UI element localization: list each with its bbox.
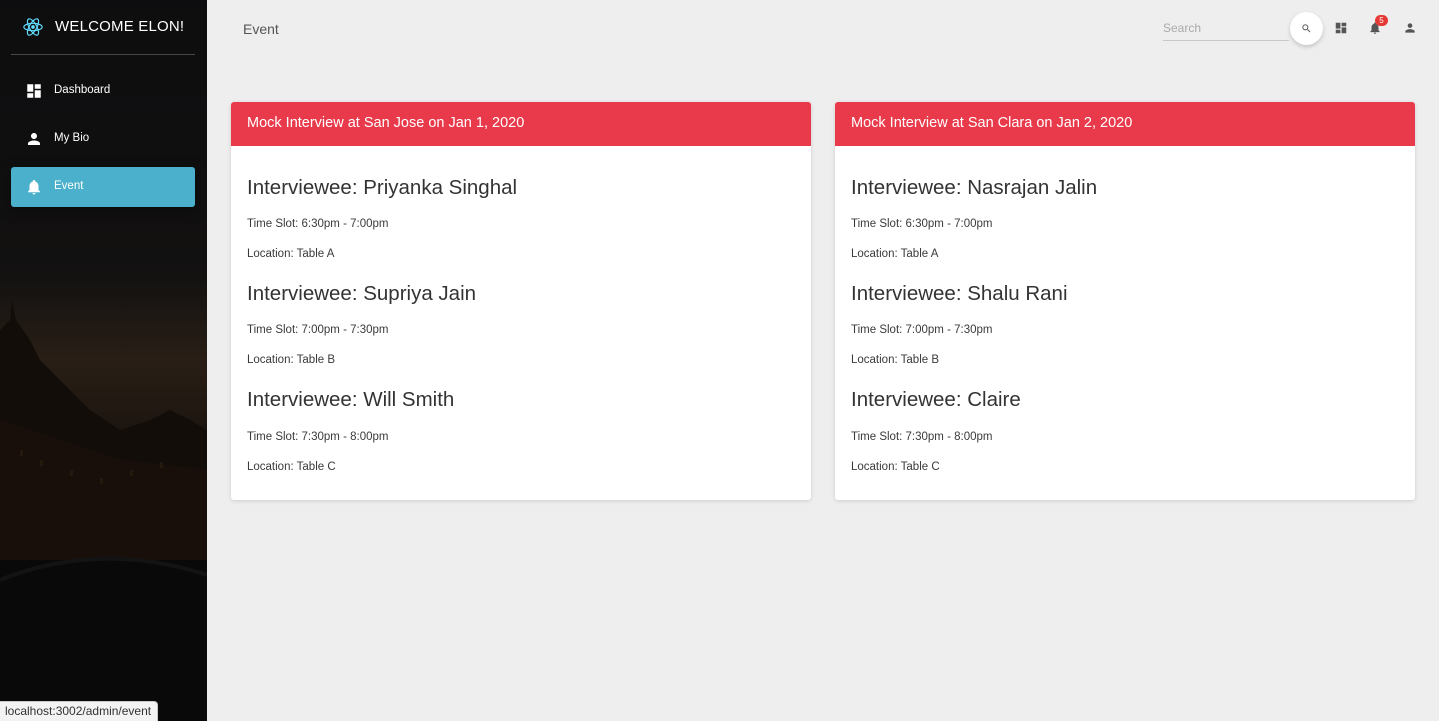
time-slot: Time Slot: 7:30pm - 8:00pm	[851, 431, 993, 443]
notification-badge: 5	[1375, 15, 1388, 26]
time-slot: Time Slot: 6:30pm - 7:00pm	[851, 218, 993, 230]
search-button[interactable]	[1290, 12, 1323, 45]
sidebar-item-label: My Bio	[54, 132, 90, 144]
time-slot: Time Slot: 7:30pm - 8:00pm	[247, 431, 389, 443]
interviewee-name: Interviewee: Shalu Rani	[851, 282, 1068, 305]
interviewee-name: Interviewee: Priyanka Singhal	[247, 176, 518, 199]
event-card-header: Mock Interview at San Jose on Jan 1, 202…	[231, 102, 811, 146]
dashboard-icon[interactable]	[1334, 21, 1348, 35]
time-slot: Time Slot: 7:00pm - 7:30pm	[247, 324, 389, 336]
interview-entry: Interviewee: Will Smith Time Slot: 7:30p…	[247, 358, 795, 473]
page-title[interactable]: Event	[243, 21, 279, 37]
user-profile-icon[interactable]	[1403, 21, 1417, 35]
sidebar: WELCOME ELON! Dashboard My Bio Event	[0, 0, 207, 721]
search-icon	[1302, 24, 1311, 33]
sidebar-title: WELCOME ELON!	[55, 18, 185, 35]
interview-entry: Interviewee: Shalu Rani Time Slot: 7:00p…	[851, 252, 1399, 366]
interview-entry: Interviewee: Priyanka Singhal Time Slot:…	[247, 146, 795, 260]
time-slot: Time Slot: 6:30pm - 7:00pm	[247, 218, 389, 230]
interviewee-name: Interviewee: Nasrajan Jalin	[851, 176, 1098, 199]
event-title: Mock Interview at San Clara on Jan 2, 20…	[851, 115, 1133, 131]
interviewee-name: Interviewee: Supriya Jain	[247, 282, 477, 305]
interview-entry: Interviewee: Supriya Jain Time Slot: 7:0…	[247, 252, 795, 366]
interviewee-name: Interviewee: Will Smith	[247, 388, 455, 411]
event-title: Mock Interview at San Jose on Jan 1, 202…	[247, 115, 525, 131]
interview-entry: Interviewee: Nasrajan Jalin Time Slot: 6…	[851, 146, 1399, 260]
sidebar-item-my-bio[interactable]: My Bio	[11, 119, 195, 159]
sidebar-item-label: Event	[54, 180, 84, 192]
location: Location: Table C	[247, 461, 336, 473]
sidebar-divider	[11, 54, 195, 55]
sidebar-item-label: Dashboard	[54, 84, 111, 96]
search-field	[1163, 16, 1289, 41]
sidebar-item-dashboard[interactable]: Dashboard	[11, 71, 195, 111]
event-card-header: Mock Interview at San Clara on Jan 2, 20…	[835, 102, 1415, 146]
event-card: Mock Interview at San Clara on Jan 2, 20…	[835, 102, 1415, 500]
event-card: Mock Interview at San Jose on Jan 1, 202…	[231, 102, 811, 500]
bell-icon	[28, 179, 40, 195]
dashboard-icon	[27, 84, 41, 98]
location: Location: Table C	[851, 461, 940, 473]
sidebar-item-event[interactable]: Event	[11, 167, 195, 207]
sidebar-brand[interactable]: WELCOME ELON!	[0, 0, 207, 55]
status-bar-url: localhost:3002/admin/event	[0, 701, 159, 721]
interviewee-name: Interviewee: Claire	[851, 388, 1021, 411]
search-input[interactable]	[1163, 16, 1289, 40]
interview-entry: Interviewee: Claire Time Slot: 7:30pm - …	[851, 358, 1399, 473]
react-logo-icon	[23, 18, 43, 36]
time-slot: Time Slot: 7:00pm - 7:30pm	[851, 324, 993, 336]
person-icon	[28, 133, 40, 145]
